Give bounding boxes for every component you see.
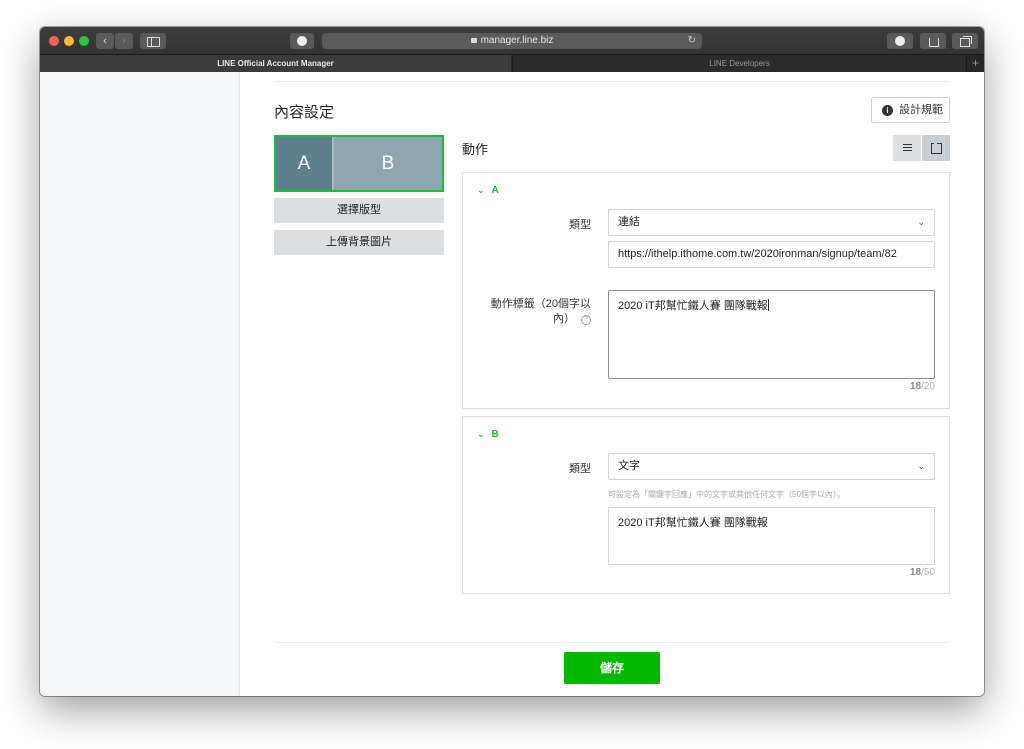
char-counter: 18/20 — [910, 381, 935, 392]
chevron-down-icon: ⌄ — [917, 461, 925, 471]
view-toggle — [893, 135, 950, 161]
preview-cell-b[interactable]: B — [334, 137, 442, 190]
downloads-button[interactable] — [887, 33, 913, 49]
action-label-label: 動作標籤（20個字以 內）? — [463, 297, 591, 327]
chevron-left-icon: ‹ — [103, 35, 107, 47]
sidebar-toggle-button[interactable] — [140, 33, 166, 49]
privacy-report-button[interactable] — [290, 33, 314, 49]
text-cursor — [767, 299, 769, 311]
action-a-url-input[interactable]: https://ithelp.ithome.com.tw/2020ironman… — [608, 241, 935, 268]
list-icon-line — [903, 147, 912, 148]
action-a-header[interactable]: ⌄ A — [477, 185, 499, 196]
list-view-button[interactable] — [893, 135, 921, 161]
tab-line-developers[interactable]: LINE Developers — [512, 55, 966, 72]
address-bar[interactable]: manager.line.biz ↻ — [322, 33, 702, 49]
chevron-right-icon: › — [122, 35, 126, 47]
action-b-text-textarea[interactable]: 2020 iT邦幫忙鐵人賽 團隊戰報 — [608, 507, 935, 565]
chevron-down-icon: ⌄ — [477, 429, 485, 439]
text-value: 2020 iT邦幫忙鐵人賽 團隊戰報 — [618, 517, 768, 529]
count-current: 18 — [909, 567, 922, 578]
list-icon — [903, 144, 912, 145]
reload-icon[interactable]: ↻ — [688, 33, 696, 49]
action-panel-a: ⌄ A 類型 連結 ⌄ https://ithelp.ithome.com.tw/… — [462, 172, 950, 409]
count-max: /50 — [921, 567, 935, 578]
design-guide-button[interactable]: i 設計規範 — [871, 97, 950, 123]
type-value: 連結 — [618, 216, 640, 228]
minimize-window-button[interactable] — [64, 36, 74, 46]
share-button[interactable] — [920, 33, 946, 49]
url-text: manager.line.biz — [480, 35, 554, 46]
action-a-type-select[interactable]: 連結 ⌄ — [608, 209, 935, 236]
new-tab-button[interactable]: + — [966, 55, 984, 72]
char-counter: 18/50 — [910, 567, 935, 578]
list-icon-line — [903, 150, 912, 151]
page-title: 內容設定 — [274, 104, 335, 121]
save-button[interactable]: 儲存 — [564, 652, 660, 684]
type-label: 類型 — [569, 463, 591, 475]
action-b-type-select[interactable]: 文字 ⌄ — [608, 453, 935, 480]
forward-button[interactable]: › — [115, 33, 133, 49]
type-label: 類型 — [569, 219, 591, 231]
info-icon: i — [882, 105, 893, 116]
help-icon[interactable]: ? — [581, 315, 591, 325]
count-max: /20 — [921, 381, 935, 392]
count-current: 18 — [909, 381, 922, 392]
back-button[interactable]: ‹ — [96, 33, 114, 49]
tab-bar: LINE Official Account Manager LINE Devel… — [40, 54, 984, 72]
chevron-down-icon: ⌄ — [917, 217, 925, 227]
zoom-window-button[interactable] — [79, 36, 89, 46]
action-label-line2: 內） — [553, 313, 575, 325]
type-value: 文字 — [618, 460, 640, 472]
action-label-line1: 動作標籤（20個字以 — [490, 298, 591, 310]
chevron-down-icon: ⌄ — [477, 185, 485, 195]
close-window-button[interactable] — [49, 36, 59, 46]
design-guide-label: 設計規範 — [899, 104, 943, 116]
tab-line-official-account-manager[interactable]: LINE Official Account Manager — [40, 55, 511, 72]
help-text: 可設定為「關鍵字回應」中的文字或其他任何文字（50個字以內）。 — [608, 490, 845, 499]
lock-icon — [470, 38, 477, 43]
title-bar: ‹ › manager.line.biz ↻ — [40, 27, 984, 54]
preview-cell-a[interactable]: A — [276, 137, 332, 190]
tab-overview-button[interactable] — [952, 33, 978, 49]
expand-view-button[interactable] — [922, 135, 950, 161]
layout-preview: A B — [274, 135, 444, 192]
select-layout-button[interactable]: 選擇版型 — [274, 198, 444, 223]
page-content: 內容設定 i 設計規範 A B 選擇版型 上傳背景圖片 動作 ⌄ A 類型 連結… — [40, 72, 984, 696]
divider — [274, 81, 950, 82]
action-a-label-textarea[interactable]: 2020 iT邦幫忙鐵人賽 團隊戰報 — [608, 290, 935, 379]
upload-background-button[interactable]: 上傳背景圖片 — [274, 230, 444, 255]
action-b-header[interactable]: ⌄ B — [477, 429, 499, 440]
action-b-label: B — [491, 429, 499, 440]
action-panel-b: ⌄ B 類型 文字 ⌄ 可設定為「關鍵字回應」中的文字或其他任何文字（50個字以內… — [462, 416, 950, 594]
browser-window: ‹ › manager.line.biz ↻ LINE Official Acc… — [40, 27, 984, 696]
action-a-label: A — [491, 185, 499, 196]
divider — [274, 642, 950, 643]
left-navigation — [40, 72, 240, 696]
action-label-value: 2020 iT邦幫忙鐵人賽 團隊戰報 — [618, 300, 768, 312]
actions-title: 動作 — [462, 142, 489, 157]
